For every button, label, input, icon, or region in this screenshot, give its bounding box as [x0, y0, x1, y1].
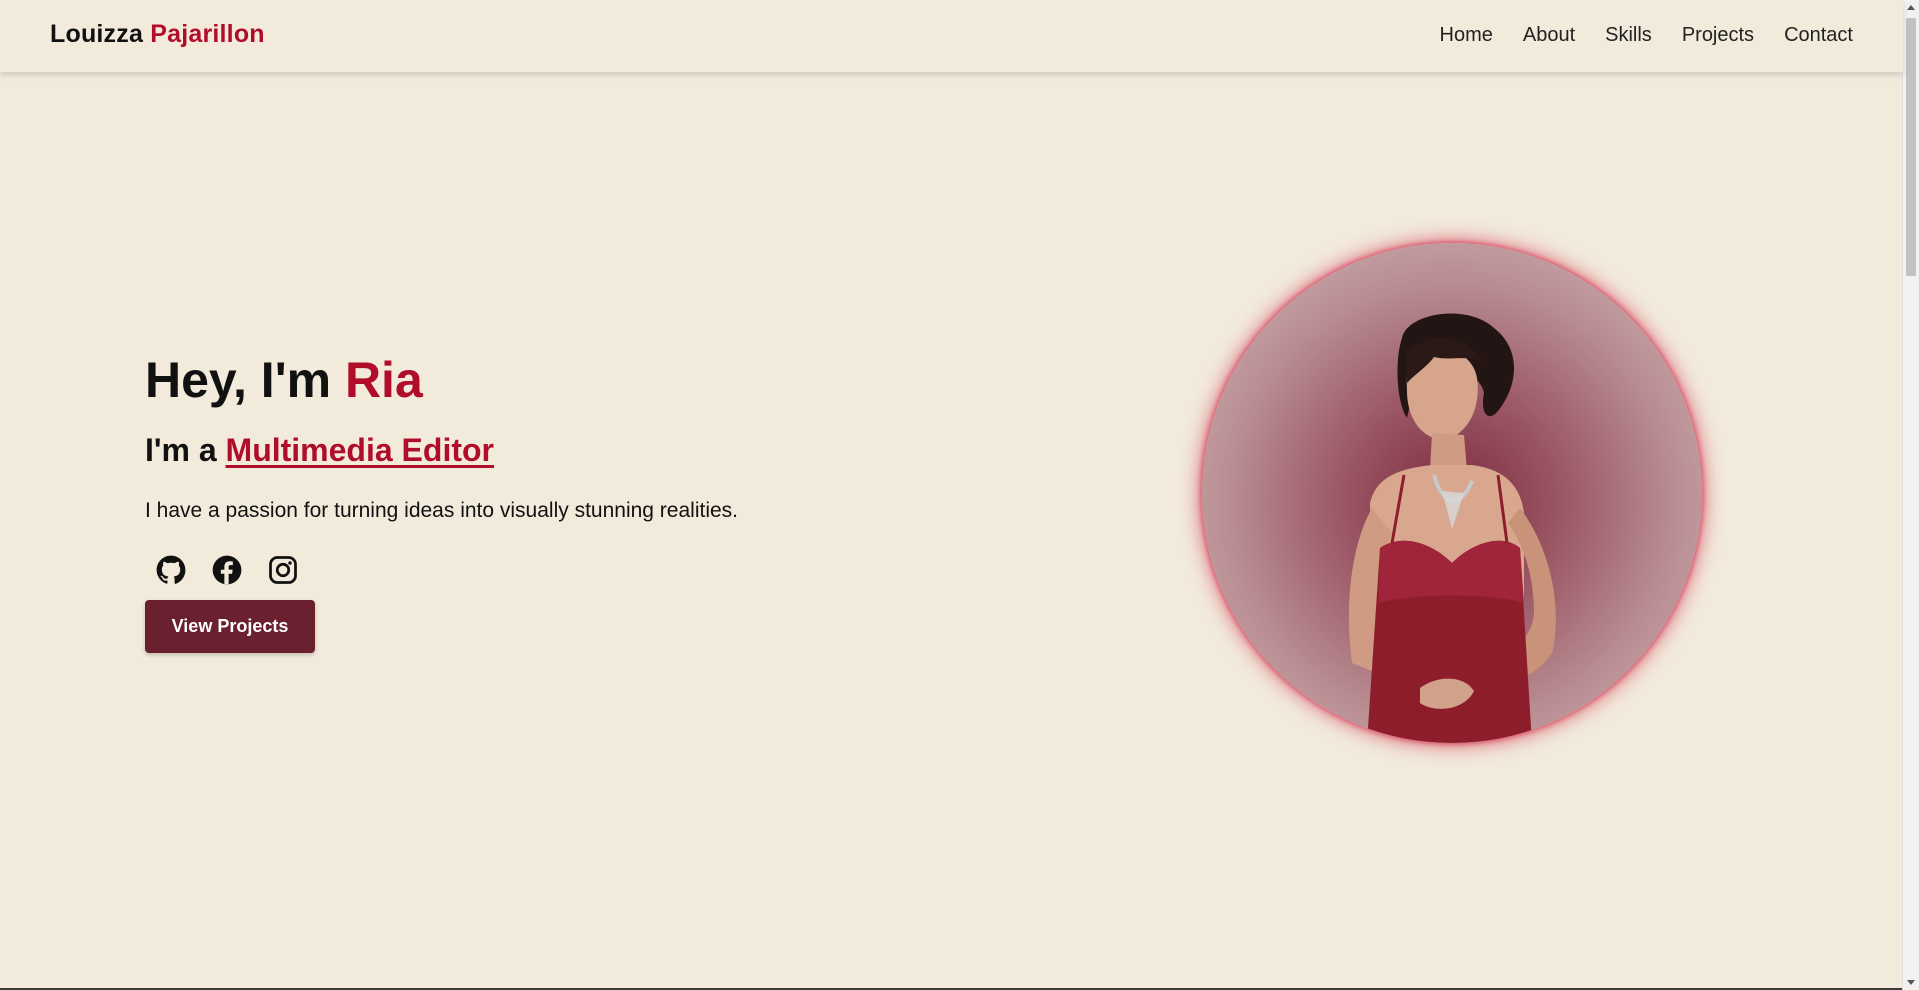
hero-description: I have a passion for turning ideas into …: [145, 499, 739, 522]
site-logo[interactable]: Louizza Pajarillon: [50, 20, 265, 49]
nav-home[interactable]: Home: [1440, 24, 1493, 47]
nav-projects[interactable]: Projects: [1682, 24, 1754, 47]
page: Louizza Pajarillon Home About Skills Pro…: [0, 0, 1903, 990]
nav-about[interactable]: About: [1523, 24, 1575, 47]
facebook-icon[interactable]: [211, 554, 243, 586]
site-header: Louizza Pajarillon Home About Skills Pro…: [0, 0, 1903, 72]
github-icon[interactable]: [155, 554, 187, 586]
scroll-down-arrow-icon[interactable]: [1907, 980, 1915, 985]
nav-contact[interactable]: Contact: [1784, 24, 1853, 47]
hero-greeting: Hey, I'm: [145, 352, 332, 408]
hero-subtitle: I'm a Multimedia Editor: [145, 432, 494, 468]
profile-photo-illustration: [1348, 313, 1556, 743]
nav-skills[interactable]: Skills: [1605, 24, 1652, 47]
logo-last-name: Pajarillon: [150, 20, 265, 48]
role-link[interactable]: Multimedia Editor: [226, 432, 494, 468]
role-prefix: I'm a: [145, 432, 217, 468]
instagram-icon[interactable]: [267, 554, 299, 586]
scrollbar-thumb[interactable]: [1906, 18, 1916, 276]
logo-first-name: Louizza: [50, 20, 144, 48]
hero-title: Hey, I'm Ria: [145, 353, 423, 408]
scroll-up-arrow-icon[interactable]: [1907, 5, 1915, 10]
vertical-scrollbar[interactable]: [1902, 0, 1919, 990]
hero-name: Ria: [344, 352, 423, 408]
profile-photo: [1202, 243, 1702, 743]
main-nav: Home About Skills Projects Contact: [1440, 24, 1853, 47]
social-links: [155, 554, 299, 586]
view-projects-button[interactable]: View Projects: [145, 600, 315, 653]
